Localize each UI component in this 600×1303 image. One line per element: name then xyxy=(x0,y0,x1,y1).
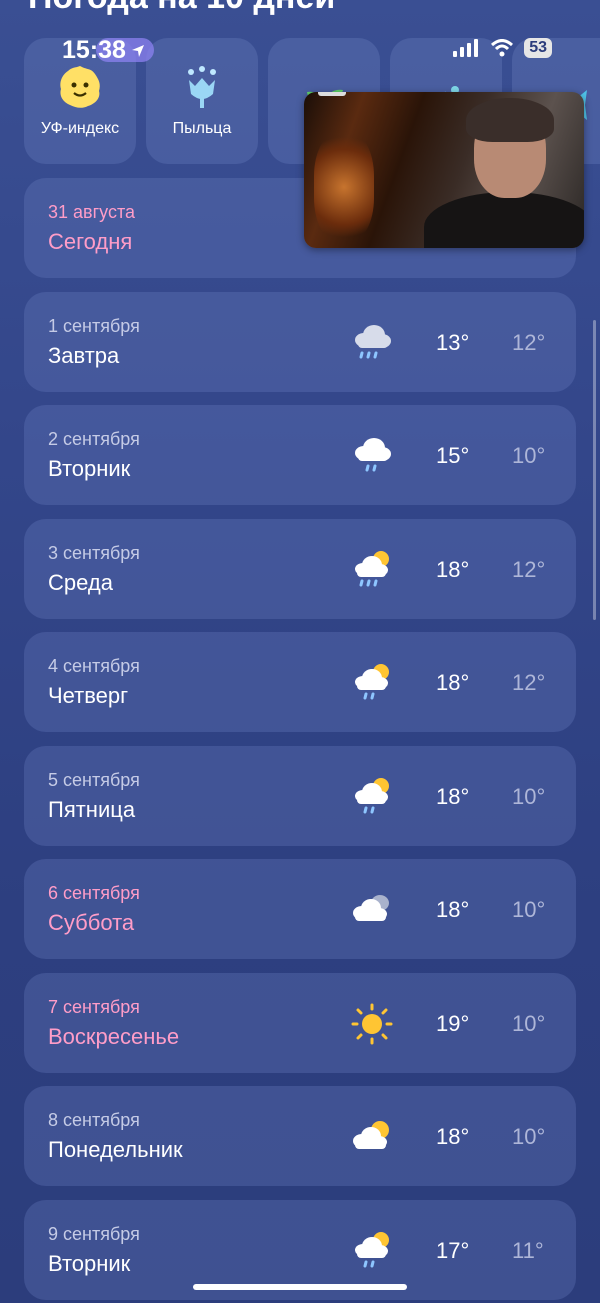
forecast-day-row[interactable]: 6 сентября Суббота 18° 10° xyxy=(24,859,576,959)
day-name: Вторник xyxy=(48,456,131,481)
tile-pollen-label: Пыльца xyxy=(172,120,232,137)
day-high-temp: 18° xyxy=(436,1124,470,1149)
scrollbar[interactable] xyxy=(593,320,596,620)
forecast-day-row[interactable]: 7 сентября Воскресенье 19° 10° xyxy=(24,972,576,1073)
day-low-temp: 12° xyxy=(512,556,546,582)
pip-video-suit xyxy=(424,192,584,248)
day-name: Воскресенье xyxy=(48,1023,180,1049)
day-high-temp: 18° xyxy=(436,670,470,695)
day-low-temp: 10° xyxy=(512,1124,546,1149)
day-date: 4 сентября xyxy=(48,656,140,676)
forecast-day-row[interactable]: 4 сентября Четверг 18° 12° xyxy=(24,632,576,732)
day-low-temp: 10° xyxy=(512,783,546,809)
forecast-day-row[interactable]: 3 сентября Среда 18° 12° xyxy=(24,518,576,619)
forecast-day-row[interactable]: 5 сентября Пятница 18° 10° xyxy=(24,745,576,846)
tile-pollen[interactable]: Пыльца xyxy=(146,38,258,164)
status-right: 53 xyxy=(452,38,552,58)
forecast-list: 31 августа Сегодня 1 сентября Завтра 13°… xyxy=(24,178,576,1303)
pollen-flower-icon xyxy=(179,64,225,110)
day-high-temp: 18° xyxy=(436,897,470,922)
pip-video-hair xyxy=(466,98,554,142)
rain-cloud-icon xyxy=(355,324,391,358)
day-low-temp: 12° xyxy=(512,670,546,695)
day-name: Суббота xyxy=(48,910,135,935)
pip-video-fire xyxy=(314,132,374,242)
day-name: Пятница xyxy=(48,796,136,822)
signal-icon xyxy=(453,39,479,57)
day-high-temp: 17° xyxy=(436,1237,470,1263)
day-date: 8 сентября xyxy=(48,1110,140,1130)
day-date: 2 сентября xyxy=(48,429,140,449)
status-time-text: 15:38 xyxy=(62,36,126,64)
day-date: 5 сентября xyxy=(48,769,140,790)
day-high-temp: 18° xyxy=(436,783,470,809)
day-high-temp: 19° xyxy=(436,1010,470,1036)
uv-sun-face-icon xyxy=(57,64,103,110)
day-low-temp: 12° xyxy=(512,329,546,355)
sun-rain-cloud-icon xyxy=(355,550,389,586)
day-name: Среда xyxy=(48,569,113,595)
forecast-day-row[interactable]: 1 сентября Завтра 13° 12° xyxy=(24,291,576,392)
day-name: Понедельник xyxy=(48,1137,183,1162)
light-rain-cloud-icon xyxy=(355,438,391,472)
sun-light-rain-icon xyxy=(355,664,389,700)
tile-uv-index-label: УФ-индекс xyxy=(40,120,120,137)
day-date: 31 августа xyxy=(48,202,136,222)
day-date: 3 сентября xyxy=(48,542,140,563)
wifi-icon xyxy=(491,39,514,57)
sun-light-rain-icon xyxy=(355,1231,389,1267)
day-name: Завтра xyxy=(48,342,120,368)
forecast-day-row[interactable]: 2 сентября Вторник 15° 10° xyxy=(24,405,576,505)
day-name: Четверг xyxy=(48,683,129,708)
day-high-temp: 13° xyxy=(436,329,470,355)
day-low-temp: 10° xyxy=(512,443,546,468)
day-high-temp: 18° xyxy=(436,556,470,582)
pip-handle[interactable] xyxy=(318,92,346,96)
partly-cloudy-icon xyxy=(353,1121,389,1149)
day-low-temp: 10° xyxy=(512,897,546,922)
day-high-temp: 15° xyxy=(436,443,470,468)
day-low-temp: 10° xyxy=(512,1010,546,1036)
day-name: Вторник xyxy=(48,1250,131,1276)
sun-icon xyxy=(351,1003,393,1044)
day-date: 9 сентября xyxy=(48,1223,140,1244)
cloudy-icon xyxy=(353,895,389,921)
picture-in-picture-video[interactable] xyxy=(304,92,584,248)
location-arrow-icon xyxy=(131,44,144,57)
status-time: 15:38 xyxy=(62,36,146,65)
page-title: Погода на 10 дней xyxy=(28,0,335,17)
day-low-temp: 11° xyxy=(512,1237,544,1263)
forecast-day-row[interactable]: 8 сентября Понедельник 18° 10° xyxy=(24,1086,576,1186)
sun-light-rain-icon xyxy=(355,777,389,813)
home-indicator[interactable] xyxy=(193,1284,407,1290)
day-date: 6 сентября xyxy=(48,883,140,903)
day-date: 7 сентября xyxy=(48,996,140,1017)
day-name: Сегодня xyxy=(48,229,133,254)
battery-indicator: 53 xyxy=(524,38,552,58)
day-date: 1 сентября xyxy=(48,315,140,336)
